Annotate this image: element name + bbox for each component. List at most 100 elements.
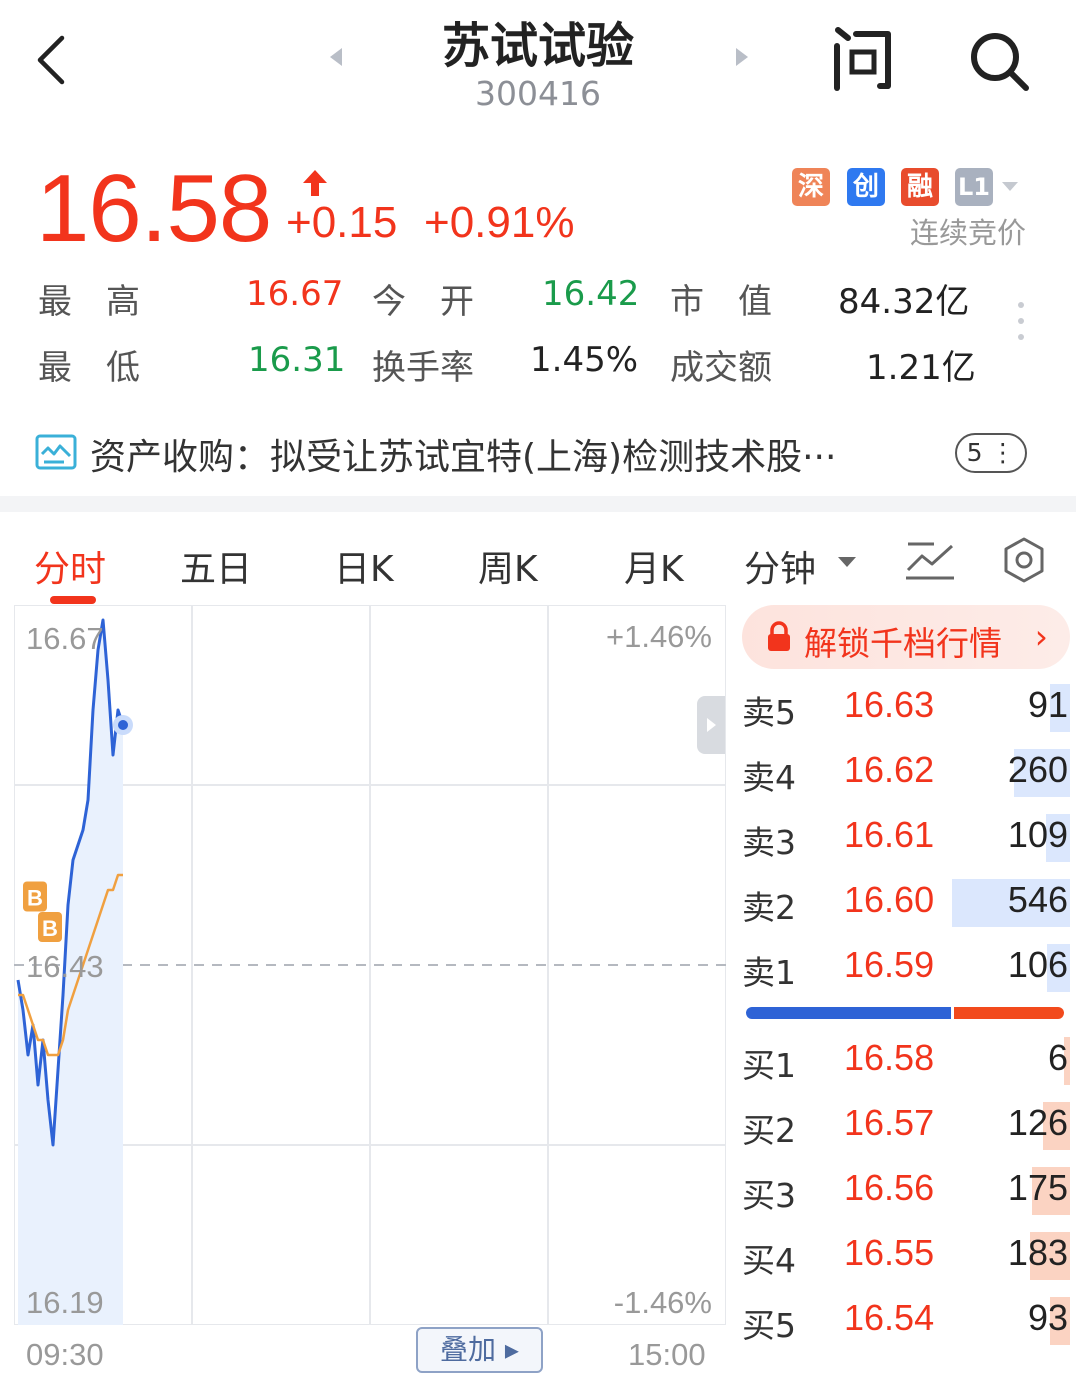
settings-icon[interactable] — [1000, 536, 1048, 584]
sell-label: 卖1 — [742, 953, 796, 992]
sell-label: 卖2 — [742, 888, 796, 927]
turnover-label: 换手率 — [372, 348, 474, 388]
top-header: 苏试试验 300416 — [0, 0, 1076, 130]
buy-volume: 6 — [1047, 1037, 1068, 1078]
sell-volume: 260 — [1007, 749, 1068, 790]
badge-level1[interactable]: L1 — [955, 168, 993, 206]
unlock-depth-button[interactable]: 解锁千档行情 › — [742, 605, 1070, 669]
pct-max-label: +1.46% — [605, 619, 712, 654]
current-price: 16.58 — [36, 155, 272, 262]
trade-marker-1: B — [23, 881, 47, 912]
stock-code: 300416 — [475, 74, 601, 113]
badge-shenzhen: 深 — [792, 168, 830, 206]
sell-label: 卖4 — [742, 758, 796, 797]
buy-volume: 175 — [1007, 1167, 1068, 1208]
chevron-right-icon — [707, 718, 716, 732]
buy-label: 买5 — [742, 1306, 796, 1345]
buy-row-4[interactable]: 买4 16.55 183 — [742, 1228, 1070, 1284]
price-change-pct: +0.91% — [424, 198, 575, 247]
buy-label: 买3 — [742, 1176, 796, 1215]
open-value: 16.42 — [542, 274, 640, 314]
buy-row-3[interactable]: 买3 16.56 175 — [742, 1163, 1070, 1219]
news-icon — [35, 434, 77, 470]
tab-intraday[interactable]: 分时 — [34, 540, 106, 592]
sell-price: 16.61 — [844, 814, 935, 855]
more-stats-icon[interactable] — [1014, 302, 1028, 352]
sell-price: 16.62 — [844, 749, 935, 790]
expand-orderbook-button[interactable] — [697, 696, 725, 754]
minute-dropdown-icon[interactable] — [838, 557, 856, 567]
y-mid-label: 16.43 — [26, 949, 104, 984]
buy-price: 16.58 — [844, 1037, 935, 1078]
sell-price: 16.59 — [844, 944, 935, 985]
sell-volume: 91 — [1027, 684, 1068, 725]
news-banner[interactable]: 资产收购：拟受让苏试宜特(上海)检测技术股··· 5 ⋮ — [0, 420, 1076, 490]
sell-row-3[interactable]: 卖3 16.61 109 — [742, 810, 1070, 866]
next-stock-icon[interactable] — [736, 48, 748, 66]
buy-row-5[interactable]: 买5 16.54 93 — [742, 1293, 1070, 1349]
buy-volume: 93 — [1027, 1297, 1068, 1338]
open-label: 今 开 — [372, 282, 474, 322]
active-tab-indicator — [50, 596, 96, 604]
sell-ratio — [954, 1007, 1064, 1019]
indicator-icon[interactable] — [904, 538, 956, 582]
tab-daily-k[interactable]: 日K — [334, 540, 394, 592]
time-start-label: 09:30 — [26, 1337, 104, 1372]
sell-row-1[interactable]: 卖5 16.63 91 — [742, 680, 1070, 736]
level-dropdown-icon[interactable] — [1002, 182, 1018, 191]
news-count-badge[interactable]: 5 ⋮ — [955, 433, 1027, 473]
buy-row-2[interactable]: 买2 16.57 126 — [742, 1098, 1070, 1154]
unlock-label: 解锁千档行情 — [804, 624, 1002, 663]
y-min-label: 16.19 — [26, 1285, 104, 1320]
overlay-label: 叠加 — [440, 1333, 497, 1366]
current-point-dot — [118, 720, 128, 730]
tab-five-day[interactable]: 五日 — [180, 540, 252, 592]
sell-label: 卖3 — [742, 823, 796, 862]
trade-marker-2: B — [38, 912, 62, 942]
buy-label: 买1 — [742, 1046, 796, 1085]
buy-price: 16.57 — [844, 1102, 935, 1143]
stock-name: 苏试试验 — [441, 18, 634, 74]
buy-sell-ratio-bar — [746, 1007, 1064, 1019]
sell-volume: 546 — [1007, 879, 1068, 920]
low-label: 最 低 — [38, 348, 140, 388]
overlay-button[interactable]: 叠加 ▸ — [416, 1327, 543, 1373]
tab-minute[interactable]: 分钟 — [744, 540, 816, 592]
auction-status: 连续竞价 — [909, 216, 1026, 250]
lock-icon — [768, 621, 790, 651]
buy-price: 16.55 — [844, 1232, 935, 1273]
back-arrow-icon[interactable] — [30, 30, 80, 90]
badge-chinext: 创 — [847, 168, 885, 206]
sell-price: 16.60 — [844, 879, 935, 920]
sell-price: 16.63 — [844, 684, 935, 725]
price-change: +0.15 — [286, 198, 398, 247]
turnover-value: 1.45% — [530, 340, 639, 380]
buy-label: 买4 — [742, 1241, 796, 1280]
mktcap-value: 84.32亿 — [838, 282, 970, 322]
high-value: 16.67 — [246, 274, 344, 314]
buy-label: 买2 — [742, 1111, 796, 1150]
high-label: 最 高 — [38, 282, 140, 322]
sell-row-4[interactable]: 卖2 16.60 546 — [742, 875, 1070, 931]
y-max-label: 16.67 — [26, 621, 104, 656]
sell-row-5[interactable]: 卖1 16.59 106 — [742, 940, 1070, 996]
amount-value: 1.21亿 — [866, 348, 976, 388]
tab-weekly-k[interactable]: 周K — [478, 540, 538, 592]
tab-monthly-k[interactable]: 月K — [624, 540, 684, 592]
trade-marker-label: B — [42, 916, 58, 941]
buy-row-1[interactable]: 买1 16.58 6 — [742, 1033, 1070, 1089]
mktcap-label: 市 值 — [670, 282, 772, 322]
news-count: 5 — [966, 438, 983, 467]
sell-row-2[interactable]: 卖4 16.62 260 — [742, 745, 1070, 801]
intraday-chart[interactable]: BB 16.67 16.43 16.19 +1.46% -1.46% — [13, 604, 727, 1326]
buy-ratio — [746, 1007, 952, 1019]
badge-margin: 融 — [901, 168, 939, 206]
ask-icon[interactable] — [828, 26, 898, 92]
pct-min-label: -1.46% — [613, 1285, 712, 1320]
news-headline[interactable]: 资产收购：拟受让苏试宜特(上海)检测技术股··· — [90, 428, 900, 480]
search-icon[interactable] — [966, 28, 1032, 94]
up-arrow-icon — [303, 170, 327, 196]
time-end-label: 15:00 — [628, 1337, 706, 1372]
section-divider — [0, 496, 1076, 512]
low-value: 16.31 — [248, 340, 346, 380]
